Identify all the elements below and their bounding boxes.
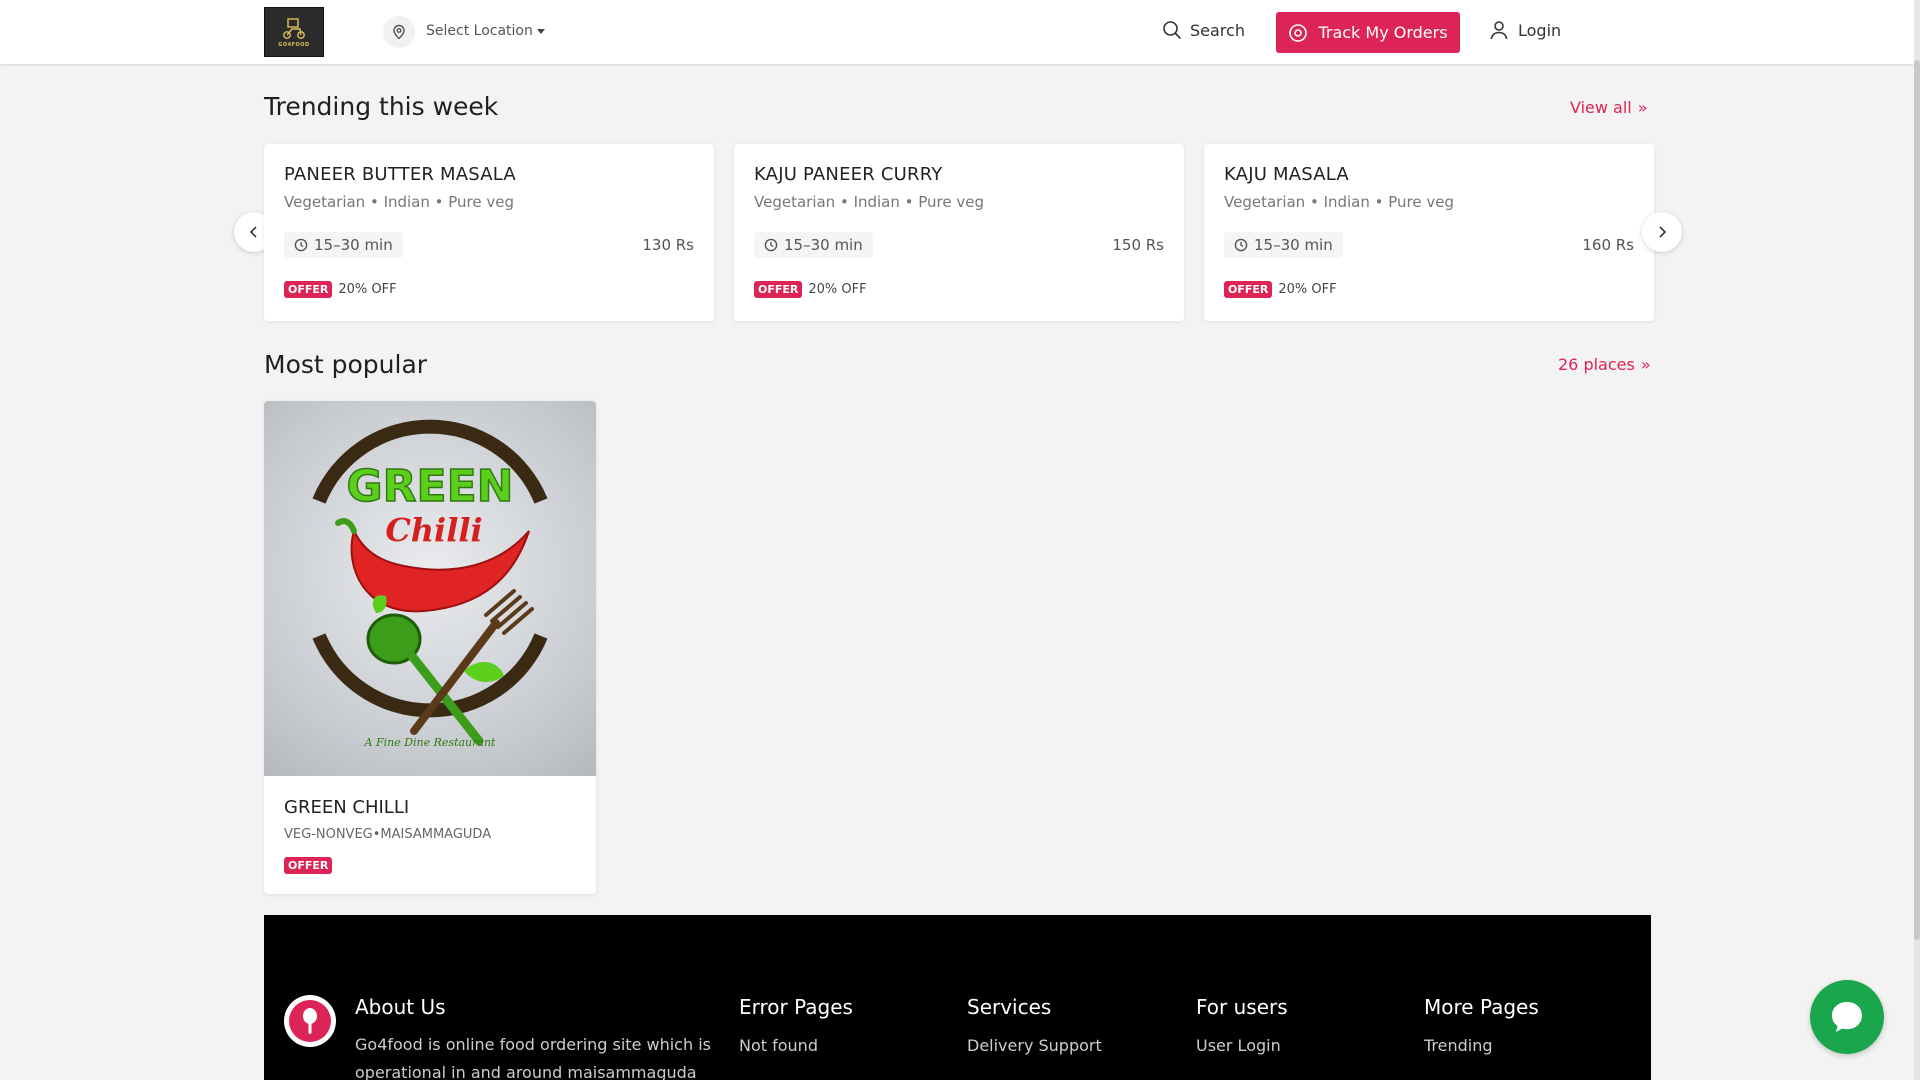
footer-about-title: About Us: [355, 995, 446, 1019]
green-chilli-logo: GREEN Chilli A Fine Dine Restaurant: [312, 419, 548, 749]
trending-card[interactable]: KAJU PANEER CURRY Vegetarian • Indian • …: [734, 144, 1184, 321]
login-link[interactable]: Login: [1490, 20, 1561, 40]
offer-badge: OFFER: [284, 857, 333, 874]
footer-about-text: Go4food is online food ordering site whi…: [355, 1035, 711, 1080]
delivery-time-text: 15–30 min: [314, 236, 393, 254]
dish-price: 130 Rs: [642, 236, 694, 254]
search-icon: [1163, 21, 1181, 39]
offer-row: OFFER 20% OFF: [754, 281, 867, 298]
logo-text: GO4FOOD: [278, 42, 310, 48]
view-all-label: View all: [1570, 98, 1632, 117]
login-label: Login: [1518, 20, 1562, 40]
dish-name: PANEER BUTTER MASALA: [284, 164, 516, 185]
dish-tags: Vegetarian • Indian • Pure veg: [284, 193, 515, 211]
offer-text: 20% OFF: [1278, 282, 1337, 297]
chat-button[interactable]: [1810, 980, 1884, 1054]
site-logo[interactable]: GO4FOOD: [264, 7, 324, 57]
caret-down-icon: [536, 28, 545, 34]
places-label: 26 places: [1558, 355, 1635, 374]
footer-column-error-pages: Error Pages Not found: [739, 995, 853, 1055]
user-icon: [1490, 21, 1508, 40]
track-orders-label: Track My Orders: [1318, 23, 1448, 42]
delivery-time: 15–30 min: [1224, 232, 1343, 258]
logo-tagline: A Fine Dine Restaurant: [364, 736, 497, 749]
dish-name: KAJU PANEER CURRY: [754, 164, 943, 185]
clock-icon: [294, 238, 308, 252]
page-scrollbar[interactable]: [1914, 0, 1920, 1080]
offer-text: 20% OFF: [338, 282, 397, 297]
logo-word-chilli: Chilli: [385, 511, 482, 549]
delivery-time: 15–30 min: [284, 232, 403, 258]
offer-row: OFFER 20% OFF: [284, 281, 397, 298]
clock-icon: [764, 238, 778, 252]
offer-row: OFFER 20% OFF: [1224, 281, 1337, 298]
footer-logo: [284, 995, 336, 1047]
carousel-next-button[interactable]: [1642, 212, 1682, 252]
restaurant-image: GREEN Chilli A Fine Dine Restaurant: [264, 401, 596, 776]
dish-price: 160 Rs: [1582, 236, 1634, 254]
footer-column-for-users: For users User Login: [1196, 995, 1288, 1055]
top-navbar: GO4FOOD Select Location Search Track My …: [0, 0, 1914, 64]
offer-badge: OFFER: [284, 281, 333, 298]
trending-card[interactable]: KAJU MASALA Vegetarian • Indian • Pure v…: [1204, 144, 1654, 321]
select-location-dropdown[interactable]: Select Location: [426, 23, 545, 39]
offer-badge: OFFER: [1224, 281, 1273, 298]
delivery-scooter-icon: [283, 18, 305, 39]
chevron-right-icon: [1659, 226, 1667, 238]
restaurant-name: GREEN CHILLI: [284, 797, 410, 818]
location-pin-icon: [393, 24, 405, 40]
footer-link[interactable]: Not found: [739, 1036, 853, 1055]
delivery-time-text: 15–30 min: [1254, 236, 1333, 254]
popular-title: Most popular: [264, 350, 428, 379]
restaurant-card[interactable]: GREEN Chilli A Fine Dine Restaurant GREE…: [264, 401, 596, 894]
footer-column-more-pages: More Pages Trending: [1424, 995, 1539, 1055]
footer-column-title: More Pages: [1424, 995, 1539, 1019]
chevron-left-icon: [249, 226, 257, 238]
select-location-label: Select Location: [426, 23, 533, 39]
track-orders-button[interactable]: Track My Orders: [1276, 12, 1460, 53]
trending-title: Trending this week: [264, 92, 499, 121]
trending-card[interactable]: PANEER BUTTER MASALA Vegetarian • Indian…: [264, 144, 714, 321]
footer-link[interactable]: User Login: [1196, 1036, 1288, 1055]
spoon-icon: [303, 1008, 317, 1034]
dish-tags: Vegetarian • Indian • Pure veg: [754, 193, 985, 211]
location-button[interactable]: [383, 16, 415, 48]
chat-bubble-icon: [1832, 1002, 1862, 1032]
dish-price: 150 Rs: [1112, 236, 1164, 254]
offer-badge: OFFER: [754, 281, 803, 298]
clock-icon: [1234, 238, 1248, 252]
footer-column-title: Error Pages: [739, 995, 853, 1019]
logo-word-green: GREEN: [347, 461, 514, 512]
restaurant-tags: VEG-NONVEG•MAISAMMAGUDA: [284, 827, 492, 842]
delivery-time-text: 15–30 min: [784, 236, 863, 254]
footer-column-services: Services Delivery Support: [967, 995, 1102, 1055]
dish-tags: Vegetarian • Indian • Pure veg: [1224, 193, 1455, 211]
delivery-time: 15–30 min: [754, 232, 873, 258]
target-icon: [1289, 23, 1308, 42]
places-link[interactable]: 26 places »: [1558, 355, 1651, 374]
site-footer: About Us Go4food is online food ordering…: [264, 915, 1651, 1080]
double-chevron-right-icon: »: [1637, 98, 1648, 117]
footer-link[interactable]: Delivery Support: [967, 1036, 1102, 1055]
scrollbar-thumb[interactable]: [1914, 60, 1920, 940]
dish-name: KAJU MASALA: [1224, 164, 1349, 185]
offer-text: 20% OFF: [808, 282, 867, 297]
search-label: Search: [1190, 20, 1245, 40]
footer-column-title: For users: [1196, 995, 1288, 1019]
footer-link[interactable]: Trending: [1424, 1036, 1539, 1055]
footer-column-title: Services: [967, 995, 1052, 1019]
offer-row: OFFER: [284, 854, 333, 874]
search-link[interactable]: Search: [1162, 20, 1245, 40]
view-all-link[interactable]: View all »: [1570, 98, 1648, 117]
double-chevron-right-icon: »: [1640, 355, 1651, 374]
